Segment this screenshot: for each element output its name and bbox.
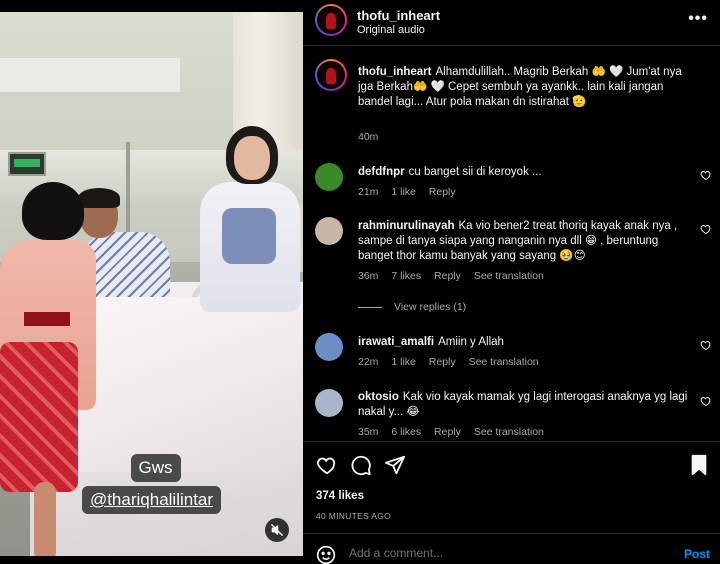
comment-time: 21m — [358, 186, 379, 198]
heart-icon[interactable] — [316, 454, 338, 476]
action-bar: 374 likes 40 MINUTES AGO — [303, 441, 720, 531]
video-visitor-right-vest — [222, 208, 276, 264]
caption-body: thofu_inheart Alhamdulillah.. Magrib Berk… — [358, 65, 693, 110]
comment-see-translation[interactable]: See translation — [469, 356, 539, 368]
comment-body: rahminurulinayah Ka vio bener2 treat thor… — [358, 219, 693, 264]
heart-icon[interactable] — [700, 169, 712, 181]
comment-body: oktosio Kak vio kayak mamak yg lagi inter… — [358, 390, 693, 420]
original-audio-link[interactable]: Original audio — [357, 24, 425, 36]
comment-icon[interactable] — [350, 454, 372, 476]
comment-text: Amiin y Allah — [438, 336, 504, 348]
video-caption-overlay: Gws @thariqhalilintar — [0, 454, 303, 514]
speaker-muted-icon[interactable] — [265, 518, 289, 542]
comment-likes[interactable]: 1 like — [391, 356, 416, 368]
video-ceiling-light — [0, 58, 180, 96]
caption-username[interactable]: thofu_inheart — [358, 66, 431, 78]
comment-time: 22m — [358, 356, 379, 368]
avatar[interactable] — [315, 4, 347, 36]
view-replies-button[interactable]: View replies (1) — [358, 301, 466, 313]
post-author-username[interactable]: thofu_inheart — [357, 8, 440, 23]
post-header: thofu_inheart Original audio ••• — [303, 0, 720, 46]
heart-icon[interactable] — [700, 339, 712, 351]
avatar[interactable] — [315, 217, 343, 245]
video-caption-line1: Gws — [130, 454, 181, 482]
comment-username[interactable]: oktosio — [358, 391, 399, 403]
add-comment-bar: Post — [303, 533, 720, 564]
avatar[interactable] — [315, 333, 343, 361]
comment-likes[interactable]: 7 likes — [391, 270, 421, 282]
video-monitor — [8, 152, 46, 176]
video-pane[interactable]: Gws @thariqhalilintar — [0, 0, 303, 564]
comment-username[interactable]: defdfnpr — [358, 166, 405, 178]
comment-meta: 35m 6 likes Reply See translation — [358, 426, 554, 438]
post-panel: thofu_inheart Original audio ••• thofu_i… — [303, 0, 720, 564]
heart-icon[interactable] — [700, 223, 712, 235]
comment-reply-button[interactable]: Reply — [434, 426, 461, 438]
avatar[interactable] — [315, 59, 347, 91]
caption-meta: 40m — [358, 131, 388, 143]
comment-meta: 36m 7 likes Reply See translation — [358, 270, 554, 282]
comment-username[interactable]: irawati_amalfi — [358, 336, 434, 348]
heart-icon[interactable] — [700, 395, 712, 407]
comment-time: 35m — [358, 426, 379, 438]
post-comment-button[interactable]: Post — [684, 547, 710, 561]
comment-text: Kak vio kayak mamak yg lagi interogasi a… — [358, 391, 688, 418]
avatar[interactable] — [315, 163, 343, 191]
comment-see-translation[interactable]: See translation — [474, 270, 544, 282]
comments-list[interactable]: thofu_inheart Alhamdulillah.. Magrib Berk… — [303, 47, 720, 440]
more-horizontal-icon[interactable]: ••• — [688, 10, 708, 28]
video-patient-hair — [78, 188, 120, 208]
post-timestamp: 40 MINUTES AGO — [316, 511, 392, 521]
send-icon[interactable] — [384, 454, 406, 476]
comment-body: defdfnpr cu banget sii di keroyok ... — [358, 165, 693, 180]
avatar[interactable] — [315, 389, 343, 417]
video-visitor-left-sash — [24, 312, 70, 326]
emoji-icon[interactable] — [316, 545, 336, 564]
comment-see-translation[interactable]: See translation — [474, 426, 544, 438]
comment-input[interactable] — [349, 546, 669, 560]
comment-reply-button[interactable]: Reply — [434, 270, 461, 282]
bookmark-icon[interactable] — [688, 454, 710, 476]
video-visitor-right-face — [234, 136, 270, 180]
comment-likes[interactable]: 1 like — [391, 186, 416, 198]
comment-body: irawati_amalfi Amiin y Allah — [358, 335, 693, 350]
comment-time: 36m — [358, 270, 379, 282]
comment-text: cu banget sii di keroyok ... — [408, 166, 542, 178]
comment-reply-button[interactable]: Reply — [429, 186, 456, 198]
video-caption-mention: @thariqhalilintar — [81, 486, 222, 514]
caption-time: 40m — [358, 131, 379, 143]
likes-count[interactable]: 374 likes — [316, 490, 364, 502]
video-visitor-left-hair — [22, 182, 84, 240]
comment-meta: 22m 1 like Reply See translation — [358, 356, 549, 368]
comment-username[interactable]: rahminurulinayah — [358, 220, 455, 232]
comment-reply-button[interactable]: Reply — [429, 356, 456, 368]
comment-likes[interactable]: 6 likes — [391, 426, 421, 438]
comment-meta: 21m 1 like Reply — [358, 186, 466, 198]
